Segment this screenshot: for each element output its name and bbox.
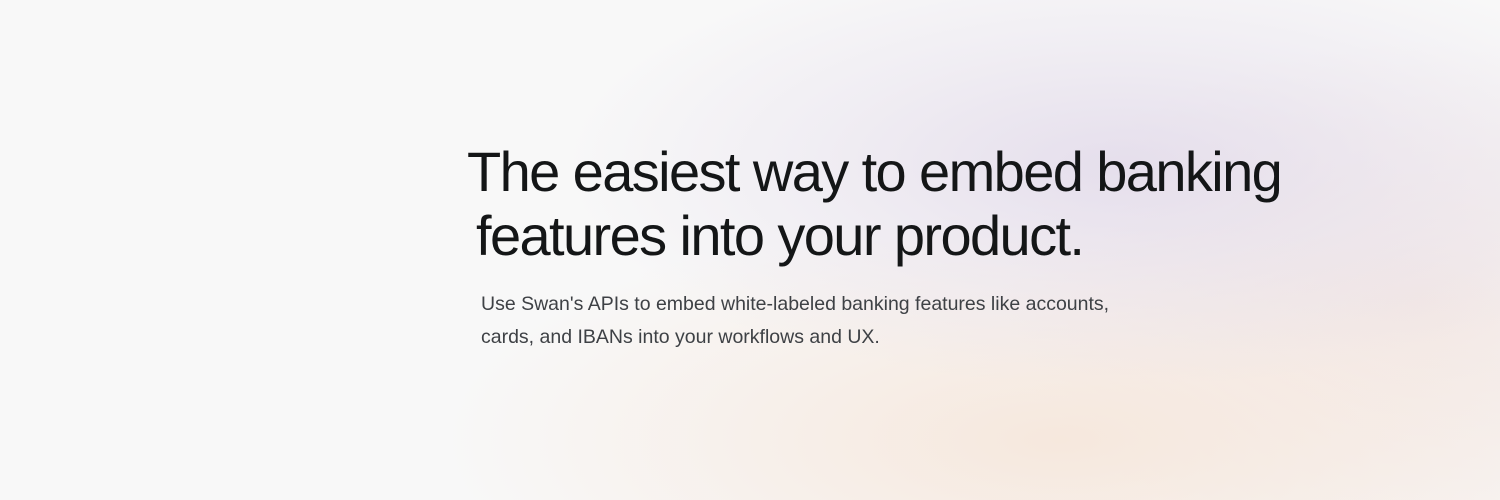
hero-headline-line-2: features into your product. [476, 204, 1085, 267]
hero-section: The easiest way to embed banking feature… [467, 140, 1367, 354]
hero-subtext-line-1: Use Swan's APIs to embed white-labeled b… [481, 293, 1110, 315]
hero-subtext: Use Swan's APIs to embed white-labeled b… [481, 288, 1367, 354]
hero-headline: The easiest way to embed banking feature… [467, 140, 1367, 268]
hero-headline-line-1: The easiest way to embed banking [467, 140, 1283, 203]
hero-subtext-line-2: cards, and IBANs into your workflows and… [481, 326, 880, 348]
